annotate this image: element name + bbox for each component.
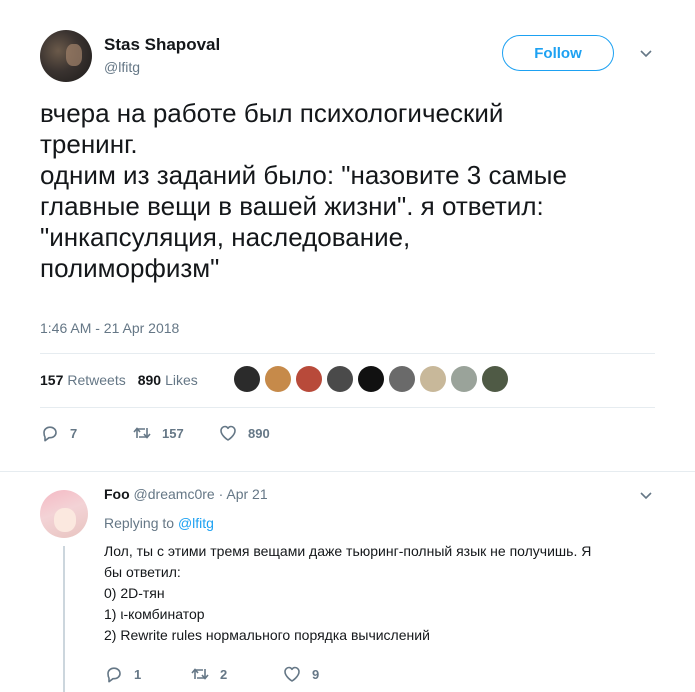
retweets-stat[interactable]: 157 Retweets — [40, 372, 126, 388]
liker-avatar[interactable] — [482, 366, 508, 392]
heart-icon — [220, 425, 236, 441]
reply-line: Лол, ты с этими тремя вещами даже тьюрин… — [104, 543, 592, 559]
tweet-timestamp[interactable]: 1:46 AM - 21 Apr 2018 — [40, 320, 179, 336]
reply-like-count: 9 — [312, 666, 320, 682]
replying-to: Replying to @lfitg — [104, 515, 214, 531]
divider — [40, 407, 655, 408]
reply-line: 1) ι-комбинатор — [104, 606, 205, 622]
replying-prefix: Replying to — [104, 515, 175, 531]
like-action[interactable]: 890 — [218, 423, 270, 443]
reply-line: 2) Rewrite rules нормального порядка выч… — [104, 627, 430, 643]
reply-date[interactable]: · Apr 21 — [219, 486, 268, 502]
replying-handle[interactable]: @lfitg — [178, 515, 214, 531]
reply-line: бы ответил: — [104, 564, 181, 580]
tweet-stats: 157 Retweets 890 Likes — [40, 372, 198, 388]
retweet-icon — [133, 427, 151, 439]
thread-line — [63, 546, 65, 692]
reply-icon — [43, 426, 57, 442]
chevron-down-icon[interactable] — [639, 47, 653, 61]
liker-avatar[interactable] — [451, 366, 477, 392]
reply-icon — [107, 667, 121, 683]
liker-avatar[interactable] — [265, 366, 291, 392]
liker-avatar[interactable] — [234, 366, 260, 392]
author-name[interactable]: Stas Shapoval — [104, 35, 220, 55]
reply-reply-action[interactable]: 1 — [104, 664, 141, 684]
reply-author-handle[interactable]: @dreamc0re — [134, 486, 215, 502]
likers-avatars — [234, 366, 508, 392]
reply-reply-count: 1 — [134, 666, 142, 682]
tweet-text: вчера на работе был психологический трен… — [40, 98, 567, 283]
likes-count: 890 — [137, 372, 162, 388]
reply-like-action[interactable]: 9 — [282, 664, 319, 684]
author-handle[interactable]: @lfitg — [104, 59, 140, 75]
chevron-down-icon[interactable] — [639, 489, 653, 503]
liker-avatar[interactable] — [358, 366, 384, 392]
divider — [0, 471, 695, 472]
reply-text: Лол, ты с этими тремя вещами даже тьюрин… — [104, 541, 664, 646]
liker-avatar[interactable] — [420, 366, 446, 392]
retweet-action[interactable]: 157 — [132, 423, 184, 443]
divider — [40, 353, 655, 354]
reply-author-avatar[interactable] — [40, 490, 88, 538]
retweet-count: 157 — [162, 425, 184, 441]
heart-icon — [284, 666, 300, 682]
likes-label: Likes — [165, 372, 198, 388]
likes-stat[interactable]: 890 Likes — [138, 372, 198, 388]
reply-action[interactable]: 7 — [40, 423, 77, 443]
retweets-label: Retweets — [67, 372, 126, 388]
reply-retweet-count: 2 — [220, 666, 228, 682]
retweet-icon — [191, 668, 209, 680]
liker-avatar[interactable] — [389, 366, 415, 392]
retweets-count: 157 — [40, 372, 64, 388]
reply-retweet-action[interactable]: 2 — [190, 664, 227, 684]
follow-button[interactable]: Follow — [502, 35, 614, 71]
reply-author-name[interactable]: Foo — [104, 486, 130, 502]
reply-line: 0) 2D-тян — [104, 585, 165, 601]
author-avatar[interactable] — [40, 30, 92, 82]
liker-avatar[interactable] — [296, 366, 322, 392]
reply-header: Foo @dreamc0re · Apr 21 — [104, 486, 268, 502]
like-count: 890 — [248, 425, 270, 441]
liker-avatar[interactable] — [327, 366, 353, 392]
reply-count: 7 — [70, 425, 78, 441]
